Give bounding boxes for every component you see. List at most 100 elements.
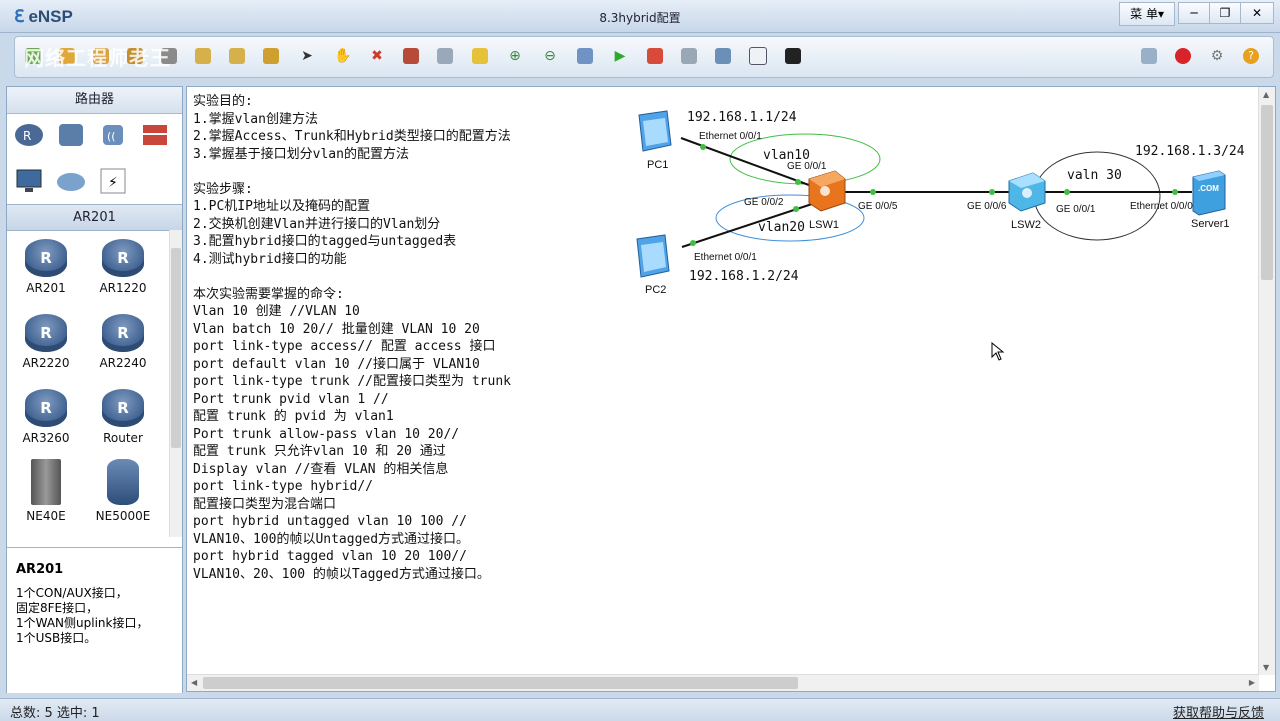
stop-icon[interactable] xyxy=(645,46,665,66)
device-ar2240[interactable]: R AR2240 xyxy=(88,314,158,370)
device-router[interactable]: R Router xyxy=(88,389,158,445)
router-icon: R xyxy=(25,389,67,427)
device-label: NE40E xyxy=(26,509,66,523)
port-dot xyxy=(795,179,801,185)
pc2-ip-label: 192.168.1.2/24 xyxy=(689,269,799,284)
close-button[interactable]: ✕ xyxy=(1240,2,1274,24)
router-category-icon[interactable]: R xyxy=(13,121,45,149)
rect-icon[interactable] xyxy=(470,46,490,66)
capture-icon[interactable] xyxy=(679,46,699,66)
vlan30-label: valn 30 xyxy=(1067,168,1122,183)
connection-category-icon[interactable]: ⚡ xyxy=(97,167,129,195)
device-label: AR1220 xyxy=(99,281,147,295)
svg-text:R: R xyxy=(23,129,31,143)
pc1-icon[interactable] xyxy=(638,110,672,152)
text-icon[interactable] xyxy=(435,46,455,66)
router-icon: R xyxy=(102,389,144,427)
topology-canvas[interactable]: 实验目的: 1.掌握vlan创建方法 2.掌握Access、Trunk和Hybrid… xyxy=(186,86,1276,692)
device-ar2220[interactable]: R AR2220 xyxy=(11,314,81,370)
device-ar3260[interactable]: R AR3260 xyxy=(11,389,81,445)
svg-text:((: (( xyxy=(107,130,116,143)
lsw1-name: LSW1 xyxy=(809,219,839,231)
firewall-category-icon[interactable] xyxy=(139,121,171,149)
help-icon[interactable]: ? xyxy=(1241,46,1261,66)
zoom-out-icon[interactable]: ⊖ xyxy=(540,46,560,66)
note-line: VLAN10、100的帧以Untagged方式通过接口。 xyxy=(193,531,470,547)
vlan20-label: vlan20 xyxy=(758,220,805,235)
cloud-category-icon[interactable] xyxy=(55,167,87,195)
chat-icon[interactable] xyxy=(1139,46,1159,66)
device-label: AR2220 xyxy=(22,356,70,370)
switch-category-icon[interactable] xyxy=(55,121,87,149)
lsw1-port2-label: GE 0/0/2 xyxy=(744,197,784,208)
maximize-button[interactable]: ❐ xyxy=(1209,2,1241,24)
port-dot xyxy=(793,206,799,212)
scrollbar-thumb[interactable] xyxy=(1261,105,1273,280)
device-ne40e[interactable]: NE40E xyxy=(11,459,81,523)
port-dot xyxy=(989,189,995,195)
port-dot xyxy=(870,189,876,195)
device-label: Router xyxy=(103,431,143,445)
pc2-icon[interactable] xyxy=(636,234,670,278)
lsw1-switch-icon[interactable] xyxy=(808,170,846,212)
pc-category-icon[interactable] xyxy=(13,167,45,195)
delete-link-icon[interactable] xyxy=(401,46,421,66)
settings-icon[interactable]: ⚙ xyxy=(1207,46,1227,66)
device-ar201[interactable]: R AR201 xyxy=(11,239,81,295)
note-line: 配置 trunk 只允许vlan 10 和 20 通过 xyxy=(193,444,446,459)
device-ne5000e[interactable]: NE5000E xyxy=(88,459,158,523)
menu-button[interactable]: 菜 单▾ xyxy=(1119,2,1175,26)
panel-icon[interactable] xyxy=(748,46,768,66)
device-description: AR201 1个CON/AUX接口， 固定8FE接口， 1个WAN侧uplink… xyxy=(7,547,182,693)
note-line: Display vlan //查看 VLAN 的相关信息 xyxy=(193,461,449,477)
start-icon[interactable]: ▶ xyxy=(610,46,630,66)
note-line: Port trunk allow-pass vlan 10 20// xyxy=(193,426,460,442)
scrollbar-thumb[interactable] xyxy=(171,248,181,448)
chassis-router-icon xyxy=(31,459,61,505)
delete-icon[interactable]: ✖ xyxy=(367,46,387,66)
device-list-scrollbar[interactable] xyxy=(169,230,182,537)
watermark: 网络工程师老王 xyxy=(24,46,171,70)
router-icon: R xyxy=(102,239,144,277)
port-dot xyxy=(1064,189,1070,195)
server-port-label: Ethernet 0/0/0 xyxy=(1130,201,1193,212)
lsw1-port1-label: GE 0/0/1 xyxy=(787,161,827,172)
category-title: 路由器 xyxy=(7,87,182,114)
zoom-in-icon[interactable]: ⊕ xyxy=(505,46,525,66)
server1-icon[interactable] xyxy=(1192,170,1226,216)
server-name: Server1 xyxy=(1191,218,1230,230)
scrollbar-thumb[interactable] xyxy=(203,677,798,689)
port-dot xyxy=(690,240,696,246)
pc2-name: PC2 xyxy=(645,284,666,296)
help-feedback-link[interactable]: 获取帮助与反馈 xyxy=(1173,702,1264,721)
fit-icon[interactable] xyxy=(575,46,595,66)
topology-icon[interactable] xyxy=(713,46,733,66)
wireless-category-icon[interactable]: (( xyxy=(97,121,129,149)
horizontal-scrollbar[interactable]: ◀ ▶ xyxy=(187,674,1259,691)
pc1-name: PC1 xyxy=(647,159,668,171)
device-label: AR3260 xyxy=(22,431,70,445)
device-label: AR201 xyxy=(26,281,66,295)
redo-icon[interactable] xyxy=(227,46,247,66)
window-title: 8.3hybrid配置 xyxy=(599,11,681,25)
minimize-button[interactable]: ─ xyxy=(1178,2,1210,24)
vertical-scrollbar[interactable]: ▲ ▼ xyxy=(1258,87,1275,675)
pc2-port-label: Ethernet 0/0/1 xyxy=(694,252,757,263)
redo2-icon[interactable] xyxy=(261,46,281,66)
device-ar1220[interactable]: R AR1220 xyxy=(88,239,158,295)
sub-category-title: AR201 xyxy=(7,204,182,231)
lsw2-switch-icon[interactable] xyxy=(1008,172,1046,212)
description-line: 1个USB接口。 xyxy=(16,631,97,645)
toolbar: ➤ ✋ ✖ ⊕ ⊖ ▶ ⚙ ? xyxy=(14,36,1274,78)
note-line: port hybrid untagged vlan 10 100 // xyxy=(193,514,467,529)
note-line: 配置接口类型为混合端口 xyxy=(193,496,337,512)
hand-icon[interactable]: ✋ xyxy=(333,46,353,66)
select-icon[interactable]: ➤ xyxy=(297,46,317,66)
pc1-ip-label: 192.168.1.1/24 xyxy=(687,110,797,125)
core-router-icon xyxy=(107,459,139,505)
console-icon[interactable] xyxy=(783,46,803,66)
undo-icon[interactable] xyxy=(193,46,213,66)
huawei-icon[interactable] xyxy=(1173,46,1193,66)
server-com-badge: .COM xyxy=(1198,184,1219,193)
port-dot xyxy=(700,144,706,150)
